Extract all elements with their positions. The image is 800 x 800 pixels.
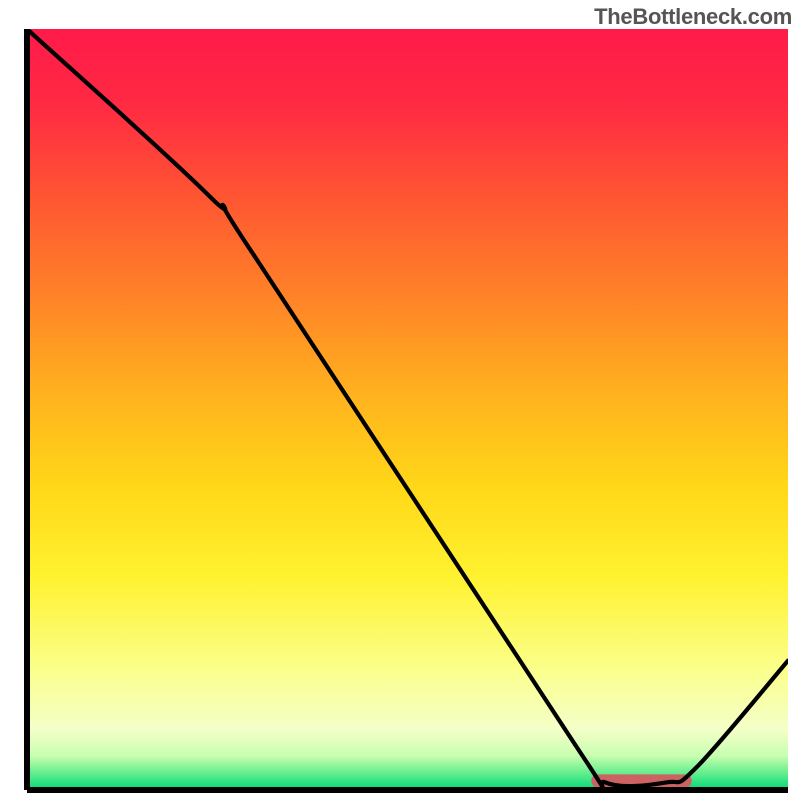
watermark-text: TheBottleneck.com: [594, 4, 792, 30]
bottleneck-chart: [0, 0, 800, 800]
gradient-background: [27, 29, 788, 790]
plot-area: [27, 29, 788, 797]
